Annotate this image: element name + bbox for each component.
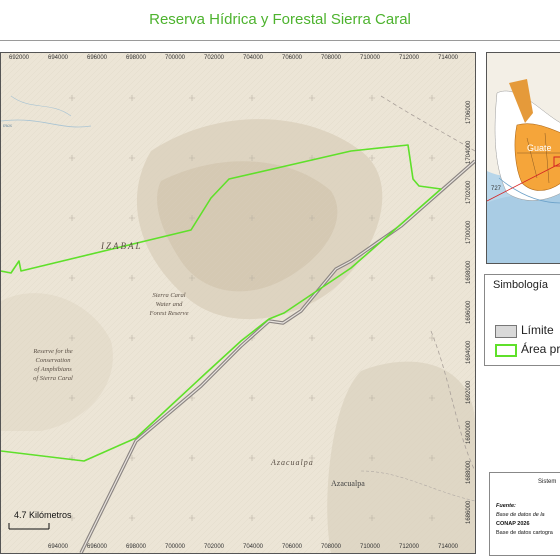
title-bar: Reserva Hídrica y Forestal Sierra Caral — [0, 0, 560, 41]
legend-swatch-protected-area — [495, 344, 517, 357]
y-tick-label: 1690000 — [466, 420, 472, 444]
label-line: Sierra Caral — [152, 292, 186, 299]
main-map[interactable]: IZABAL Sierra Caral Water and Forest Res… — [0, 52, 476, 554]
y-tick-label: 1702000 — [466, 180, 472, 204]
legend-swatch-limit — [495, 325, 517, 338]
map-title: Reserva Hídrica y Forestal Sierra Caral — [149, 11, 411, 28]
y-tick-label: 1694000 — [466, 340, 472, 364]
x-tick-label: 692000 — [8, 55, 30, 61]
x-tick-label: 696000 — [86, 55, 108, 61]
coordinate-system-label: Sistem — [538, 479, 557, 485]
x-tick-label: 706000 — [281, 55, 303, 61]
source-line: Base de datos de la — [496, 512, 545, 518]
map-canvas — [1, 53, 475, 553]
x-tick-label: 704000 — [242, 544, 264, 550]
x-tick-label: 698000 — [125, 55, 147, 61]
legend-label-limit: Límite — [521, 323, 554, 337]
x-tick-label: 694000 — [47, 544, 69, 550]
x-tick-label: 708000 — [320, 544, 342, 550]
label-top-left: mas — [3, 123, 12, 129]
source-line: Base de datos cartogra — [496, 530, 553, 536]
y-tick-label: 1704000 — [466, 140, 472, 164]
label-line: Conservation — [35, 357, 71, 364]
inset-map[interactable]: Guate 727 — [486, 52, 560, 264]
inset-guatemala — [514, 123, 560, 191]
y-tick-label: 1706000 — [466, 100, 472, 124]
label-sierra-caral-reserve: Sierra Caral Water and Forest Reserve — [141, 291, 197, 318]
label-line: of Amphibians — [34, 366, 72, 373]
y-tick-label: 1700000 — [466, 220, 472, 244]
legend: Simbología Límite Área pr — [484, 274, 560, 366]
x-tick-label: 700000 — [164, 55, 186, 61]
x-tick-label: 714000 — [437, 544, 459, 550]
source-title: Fuente: — [496, 503, 516, 509]
x-tick-label: 710000 — [359, 55, 381, 61]
inset-canvas: Guate 727 — [487, 53, 560, 263]
y-tick-label: 1686000 — [466, 500, 472, 524]
y-tick-label: 1692000 — [466, 380, 472, 404]
x-tick-label: 706000 — [281, 544, 303, 550]
y-tick-label: 1688000 — [466, 460, 472, 484]
y-tick-label: 1696000 — [466, 300, 472, 324]
source-line: CONAP 2026 — [496, 521, 530, 527]
label-line: Reserve for the — [33, 348, 73, 355]
x-tick-label: 702000 — [203, 55, 225, 61]
x-tick-label: 694000 — [47, 55, 69, 61]
label-azacualpa-region: Azacualpa — [271, 458, 314, 467]
label-amphibian-reserve: Reserve for the Conservation of Amphibia… — [23, 347, 83, 383]
x-tick-label: 698000 — [125, 544, 147, 550]
info-box: Sistem Fuente: Base de datos de la CONAP… — [489, 472, 560, 556]
label-line: of Sierra Caral — [33, 375, 73, 382]
x-tick-label: 712000 — [398, 55, 420, 61]
terrain-texture — [1, 53, 475, 553]
x-tick-label: 708000 — [320, 55, 342, 61]
x-tick-label: 696000 — [86, 544, 108, 550]
x-tick-label: 704000 — [242, 55, 264, 61]
y-tick-label: 1698000 — [466, 260, 472, 284]
scale-label: 4.7 Kilómetros — [14, 510, 72, 520]
label-izabal: IZABAL — [101, 241, 143, 251]
x-tick-label: 710000 — [359, 544, 381, 550]
x-tick-label: 712000 — [398, 544, 420, 550]
label-azacualpa-town: Azacualpa — [331, 479, 365, 488]
inset-country-label: Guate — [527, 143, 552, 153]
legend-label-protected-area: Área pr — [521, 342, 560, 356]
label-line: Water and — [155, 301, 183, 308]
inset-number-label: 727 — [491, 186, 502, 192]
x-tick-label: 714000 — [437, 55, 459, 61]
x-tick-label: 700000 — [164, 544, 186, 550]
legend-title: Simbología — [493, 279, 549, 291]
x-tick-label: 702000 — [203, 544, 225, 550]
label-line: Forest Reserve — [149, 310, 189, 317]
